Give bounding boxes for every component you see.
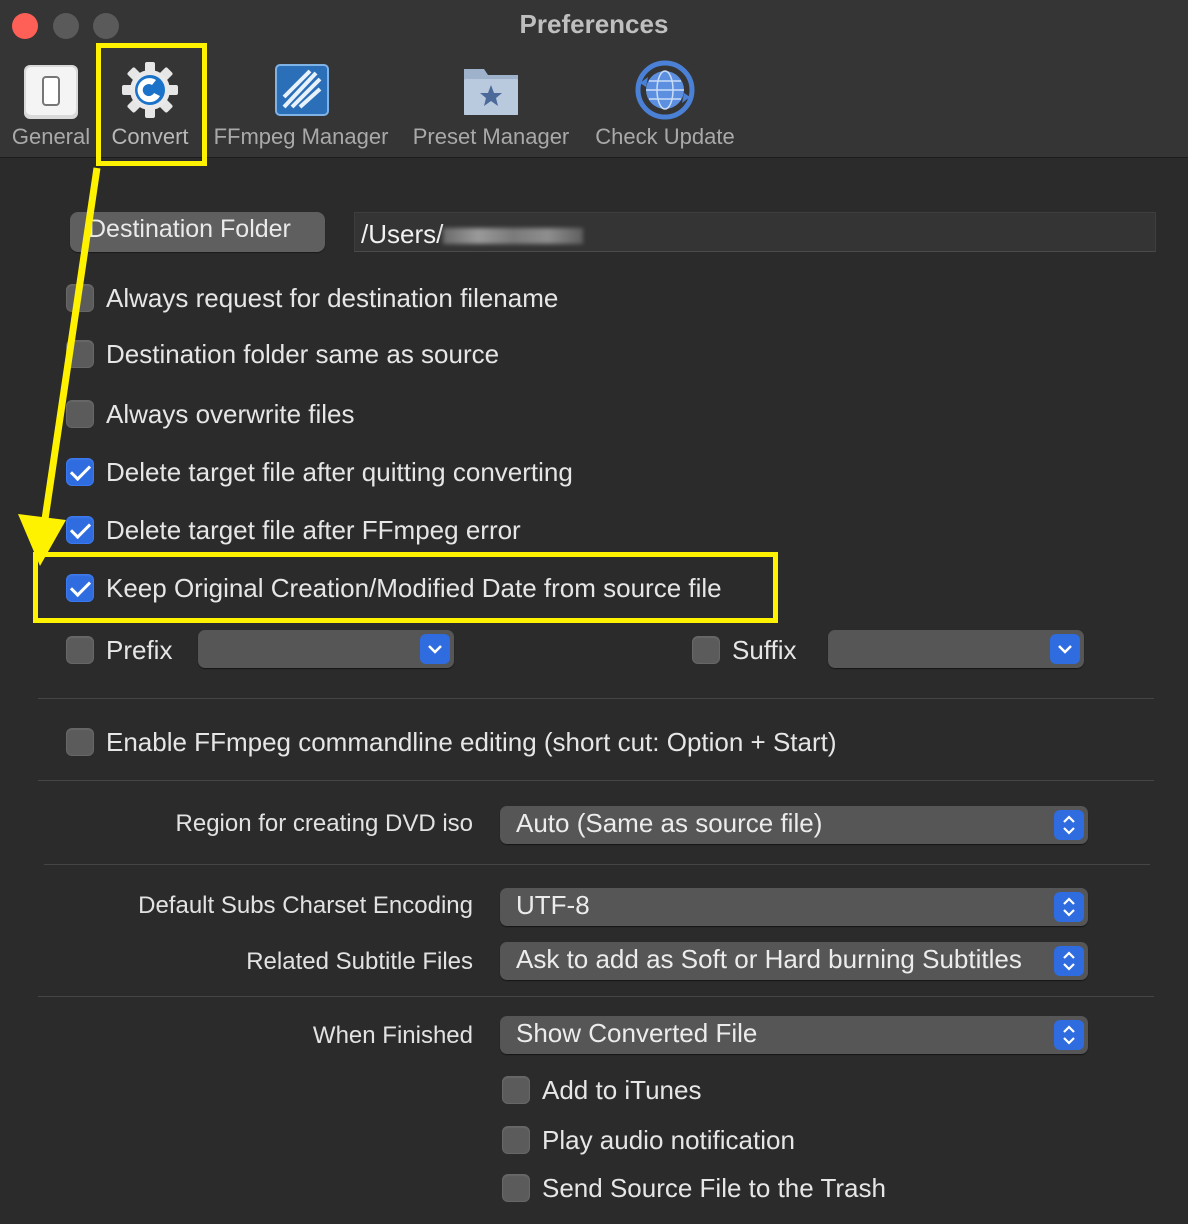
arrow-head: [18, 514, 66, 566]
annotation-arrow: [18, 167, 101, 566]
